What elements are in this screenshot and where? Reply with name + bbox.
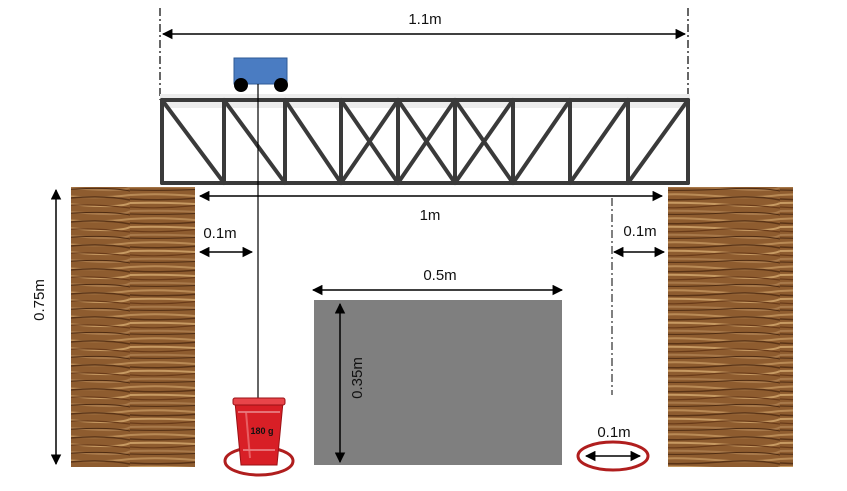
right-target-label: 0.1m bbox=[597, 424, 630, 441]
cart-wheel-right bbox=[274, 78, 288, 92]
obstacle-height-label: 0.35m bbox=[349, 357, 366, 399]
right-bank bbox=[668, 187, 793, 467]
right-target: 0.1m bbox=[576, 424, 650, 472]
left-clearance-label: 0.1m bbox=[203, 225, 236, 242]
right-clearance-dimension: 0.1m bbox=[611, 198, 666, 395]
gap-label: 1m bbox=[420, 207, 441, 224]
bridge-diagram: 1.1m 1m 0.75m 0.1m 0.1m 0.5m 0.35m 180 g… bbox=[31, 8, 793, 477]
bank-height-dimension: 0.75m bbox=[31, 188, 62, 466]
obstacle-width-label: 0.5m bbox=[423, 267, 456, 284]
right-clearance-label: 0.1m bbox=[623, 223, 656, 240]
truss-bridge bbox=[160, 94, 690, 185]
cart bbox=[233, 57, 288, 92]
gap-dimension: 1m bbox=[198, 190, 664, 224]
left-bank bbox=[71, 187, 195, 467]
obstacle-block: 0.5m 0.35m bbox=[311, 267, 564, 465]
red-cup: 180 g bbox=[232, 397, 286, 466]
left-clearance-dimension: 0.1m bbox=[198, 225, 254, 258]
bridge-span-label: 1.1m bbox=[408, 11, 441, 28]
cup-mass-label: 180 g bbox=[250, 426, 273, 436]
bank-height-label: 0.75m bbox=[31, 279, 48, 321]
cart-wheel-left bbox=[234, 78, 248, 92]
